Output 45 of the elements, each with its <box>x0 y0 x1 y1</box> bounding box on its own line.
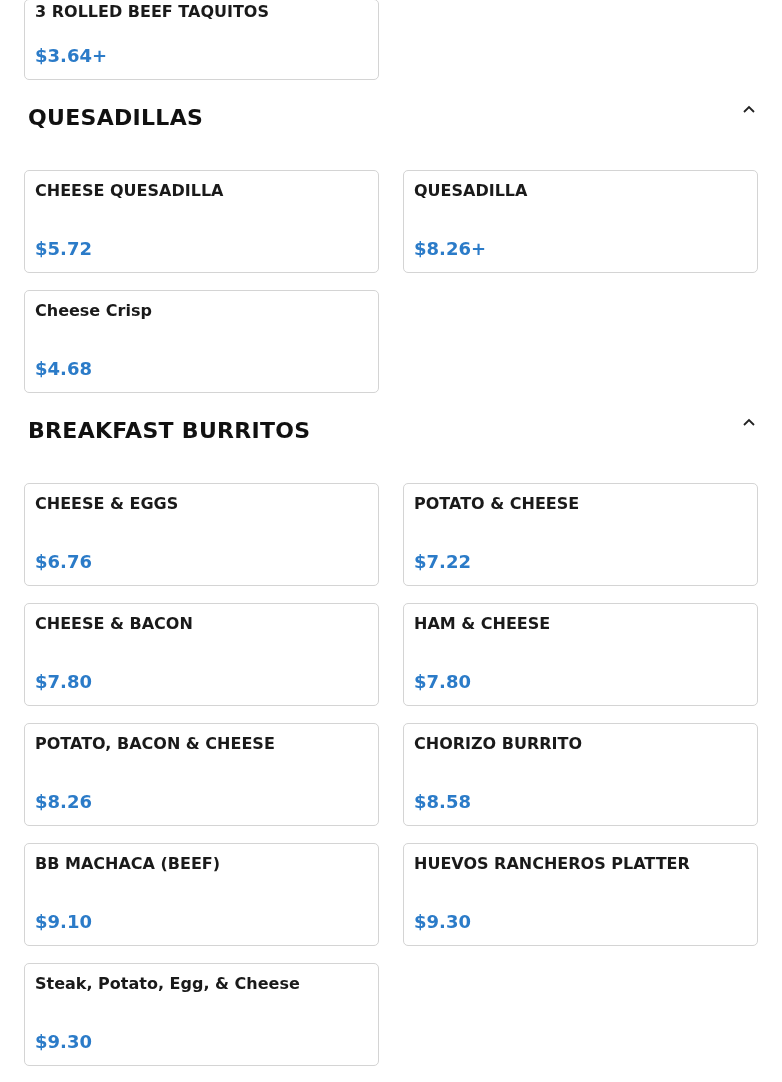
menu-item-card[interactable]: POTATO & CHEESE $7.22 <box>403 483 758 586</box>
menu-item-card[interactable]: Cheese Crisp $4.68 <box>24 290 379 393</box>
item-name: Steak, Potato, Egg, & Cheese <box>35 974 301 994</box>
item-price: $8.26 <box>35 791 93 813</box>
menu-item-card[interactable]: HAM & CHEESE $7.80 <box>403 603 758 706</box>
item-name: CHEESE & EGGS <box>35 494 180 514</box>
item-price: $7.80 <box>35 671 93 693</box>
item-name: BB MACHACA (BEEF) <box>35 854 222 874</box>
menu-item-card[interactable]: CHEESE & EGGS $6.76 <box>24 483 379 586</box>
item-name: QUESADILLA <box>414 181 529 201</box>
menu-item-card[interactable]: CHORIZO BURRITO $8.58 <box>403 723 758 826</box>
section-header[interactable]: BREAKFAST BURRITOS <box>24 393 758 483</box>
item-price: $3.64+ <box>35 45 109 67</box>
item-name: CHORIZO BURRITO <box>414 734 584 754</box>
item-price: $5.72 <box>35 238 93 260</box>
menu-item-card[interactable]: Steak, Potato, Egg, & Cheese $9.30 <box>24 963 379 1066</box>
menu-item-card[interactable]: BB MACHACA (BEEF) $9.10 <box>24 843 379 946</box>
chevron-up-icon <box>742 418 756 427</box>
chevron-up-icon <box>742 105 756 114</box>
menu-item-card[interactable]: CHEESE QUESADILLA $5.72 <box>24 170 379 273</box>
item-name: POTATO & CHEESE <box>414 494 581 514</box>
item-name: CHEESE QUESADILLA <box>35 181 225 201</box>
item-price: $9.30 <box>35 1031 93 1053</box>
item-price: $8.26+ <box>414 238 488 260</box>
item-name: CHEESE & BACON <box>35 614 194 634</box>
item-price: $6.76 <box>35 551 93 573</box>
section-header[interactable]: QUESADILLAS <box>24 80 758 170</box>
item-price: $7.80 <box>414 671 472 693</box>
menu-item-card[interactable]: QUESADILLA $8.26+ <box>403 170 758 273</box>
item-price: $9.30 <box>414 911 472 933</box>
menu-item-card[interactable]: CHEESE & BACON $7.80 <box>24 603 379 706</box>
menu-item-card[interactable]: POTATO, BACON & CHEESE $8.26 <box>24 723 379 826</box>
menu-item-card[interactable]: 3 ROLLED BEEF TAQUITOS $3.64+ <box>24 0 379 80</box>
item-name: Cheese Crisp <box>35 301 153 321</box>
menu-item-card[interactable]: HUEVOS RANCHEROS PLATTER $9.30 <box>403 843 758 946</box>
item-name: HAM & CHEESE <box>414 614 552 634</box>
item-price: $7.22 <box>414 551 472 573</box>
section-title: BREAKFAST BURRITOS <box>28 417 311 445</box>
item-price: $8.58 <box>414 791 472 813</box>
item-name: HUEVOS RANCHEROS PLATTER <box>414 854 691 874</box>
section-title: QUESADILLAS <box>28 104 204 132</box>
item-price: $4.68 <box>35 358 93 380</box>
item-name: 3 ROLLED BEEF TAQUITOS <box>35 2 270 22</box>
item-name: POTATO, BACON & CHEESE <box>35 734 276 754</box>
item-price: $9.10 <box>35 911 93 933</box>
